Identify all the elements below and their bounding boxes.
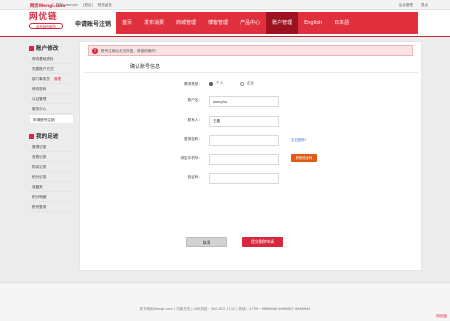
row-account-name: 账户名：: [140, 96, 410, 107]
main-nav: 首页 发布消费 商城管理 博客管理 产品中心 账户管理 English 日本語: [116, 12, 356, 34]
row-phone: 绑定手机号： 获取验证码: [140, 154, 410, 165]
warning-alert: ! 账号注销后无法恢复，请谨慎操作！: [88, 45, 413, 56]
nav-english[interactable]: English: [298, 12, 329, 34]
form-title: 确认账号信息: [130, 64, 161, 70]
square-bullet-icon: [29, 133, 34, 139]
row-contact: 联系人：: [140, 116, 410, 127]
password-field[interactable]: [209, 135, 279, 146]
sidebar-item-purchase-records[interactable]: 购买记录: [29, 162, 74, 172]
nav-home[interactable]: 首页: [116, 12, 139, 34]
nav-japanese[interactable]: 日本語: [328, 12, 356, 34]
header: 网优链 高品网优服务 申请账号注销 首页 发布消费 商城管理 博客管理 产品中心…: [0, 10, 450, 36]
logo-text: 网优链: [29, 12, 58, 22]
top-link-exit[interactable]: 退出: [421, 3, 428, 7]
account-name-field[interactable]: [209, 96, 279, 107]
contact-field[interactable]: [209, 116, 279, 127]
top-links: 您好, wengiu [退出] 短信留言: [56, 3, 116, 8]
nav-blog[interactable]: 博客管理: [202, 12, 235, 34]
sidebar-item-view-records[interactable]: 查看记录: [29, 152, 74, 162]
page: 网优Wengi.com 您好, wengiu [退出] 短信留言 后台管理 退出…: [0, 0, 450, 321]
sidebar-item-tag: 管理: [53, 77, 62, 81]
nav-publish[interactable]: 发布消费: [138, 12, 171, 34]
sidebar-group-title: 我的足迹: [36, 134, 59, 140]
sidebar-group-title: 账户修改: [36, 46, 59, 52]
forgot-password-link[interactable]: 忘记密码?: [291, 137, 306, 142]
phone-label: 绑定手机号：: [180, 156, 202, 160]
footer-text: 关于网优Wengi.com | 付款方式 | 400热线：400 622 111…: [139, 307, 311, 311]
logo-subtitle: 高品网优服务: [29, 23, 63, 29]
account-name-label: 账户名：: [187, 98, 202, 102]
top-bar: 网优Wengi.com 您好, wengiu [退出] 短信留言 后台管理 退出: [0, 0, 450, 10]
alert-text: 账号注销后无法恢复，请谨慎操作！: [101, 49, 159, 53]
sidebar-item-certification[interactable]: 认证管理: [29, 94, 74, 104]
password-label: 登录密码：: [184, 137, 202, 141]
square-bullet-icon: [29, 45, 34, 51]
top-link-logout[interactable]: [退出]: [83, 3, 93, 7]
send-sms-button[interactable]: 获取验证码: [291, 154, 317, 162]
sidebar-item-cancel-account[interactable]: 申请账号注销: [29, 114, 74, 124]
radio-company[interactable]: 企业: [240, 81, 254, 86]
sidebar-item-points-detail[interactable]: 积分明细: [29, 192, 74, 202]
sidebar-item-service[interactable]: 服务中心: [29, 104, 74, 114]
form-divider: [85, 72, 418, 73]
site-logo[interactable]: 网优链 高品网优服务: [29, 12, 75, 33]
header-divider: [0, 36, 450, 37]
top-right-links: 后台管理 退出: [392, 3, 428, 8]
sidebar-item-staff[interactable]: 部门事务员 管理: [29, 74, 74, 84]
sidebar-item-profile[interactable]: 修改基础资料: [29, 54, 74, 64]
radio-dot-icon: [240, 81, 244, 86]
sidebar-item-contact[interactable]: 完善账户方式: [29, 64, 74, 74]
row-verify: 验证码：: [140, 173, 410, 184]
row-account-type: 需求类型： 个人 企业: [140, 80, 410, 90]
phone-field[interactable]: [209, 154, 279, 165]
verify-label: 验证码：: [187, 175, 202, 179]
footer-corner-logo: 网优链: [436, 314, 447, 318]
warning-icon: !: [92, 48, 98, 54]
radio-personal[interactable]: 个人: [209, 81, 223, 86]
sidebar-group-footprint: 我的足迹: [29, 130, 74, 142]
row-password: 登录密码： 忘记密码?: [140, 135, 410, 146]
cancel-button[interactable]: 取消: [186, 237, 227, 247]
submit-delete-button[interactable]: 提交删除申请: [242, 237, 283, 247]
top-link-admin[interactable]: 后台管理: [399, 3, 413, 7]
nav-account[interactable]: 账户管理: [266, 12, 299, 34]
main-panel: ! 账号注销后无法恢复，请谨慎操作！ 确认账号信息 需求类型： 个人 企业 账户…: [79, 41, 422, 271]
contact-label: 联系人：: [187, 118, 202, 122]
sidebar-item-login-log[interactable]: 账号登录: [29, 202, 74, 212]
sidebar-item-manage-records[interactable]: 管理记录: [29, 142, 74, 152]
sidebar: 账户修改 修改基础资料 完善账户方式 部门事务员 管理 修改密码 认证管理 服务中…: [29, 42, 74, 212]
verify-code-field[interactable]: [209, 173, 279, 184]
sidebar-item-password[interactable]: 修改密码: [29, 84, 74, 94]
sidebar-item-points-records[interactable]: 积分记录: [29, 172, 74, 182]
nav-products[interactable]: 产品中心: [234, 12, 267, 34]
page-title: 申请账号注销: [75, 21, 112, 28]
top-link-greeting: 您好, wengiu: [56, 3, 78, 7]
nav-shop[interactable]: 商城管理: [170, 12, 203, 34]
sidebar-item-favorites[interactable]: 收藏夹: [29, 182, 74, 192]
sidebar-group-account: 账户修改: [29, 42, 74, 54]
top-link-messages[interactable]: 短信留言: [98, 3, 112, 7]
footer: 关于网优Wengi.com | 付款方式 | 400热线：400 622 111…: [0, 282, 450, 321]
radio-dot-icon: [209, 81, 213, 86]
account-type-label: 需求类型：: [184, 82, 202, 86]
